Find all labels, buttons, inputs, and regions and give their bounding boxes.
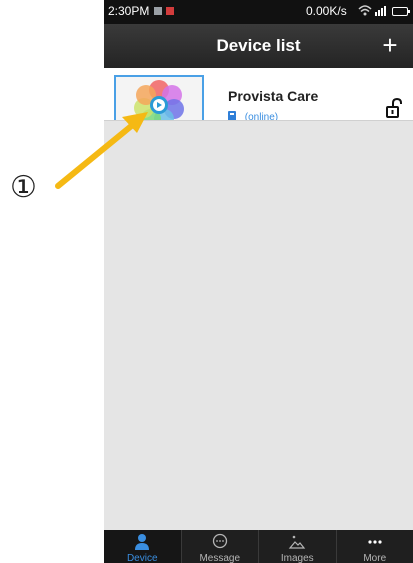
device-list-empty-area bbox=[104, 121, 413, 530]
tab-label: More bbox=[363, 553, 387, 563]
tab-device[interactable]: Device bbox=[104, 530, 182, 563]
notification-icon bbox=[154, 7, 162, 15]
status-bar: 2:30PM 0.00K/s bbox=[104, 0, 413, 24]
person-icon bbox=[135, 534, 150, 550]
notification-icon-red bbox=[166, 7, 174, 15]
page-title: Device list bbox=[216, 36, 301, 55]
network-speed: 0.00K/s bbox=[306, 4, 347, 18]
tab-label: Images bbox=[280, 553, 314, 563]
chat-bubble-icon bbox=[212, 533, 227, 549]
image-icon bbox=[288, 535, 306, 549]
tab-more[interactable]: More bbox=[337, 530, 413, 563]
title-bar: Device list + bbox=[104, 24, 413, 68]
device-name: Provista Care bbox=[228, 88, 319, 104]
phone-screen: 2:30PM 0.00K/s Device list + Provista Ca… bbox=[104, 0, 413, 563]
tab-label: Message bbox=[199, 553, 241, 563]
tab-images[interactable]: Images bbox=[259, 530, 337, 563]
add-device-button[interactable]: + bbox=[375, 30, 405, 60]
battery-icon bbox=[392, 7, 410, 16]
bottom-tab-bar: Device Message Images More bbox=[104, 530, 413, 563]
more-dots-icon bbox=[368, 540, 382, 544]
signal-icon bbox=[375, 6, 386, 16]
tab-label: Device bbox=[126, 553, 158, 563]
unlocked-padlock-icon[interactable] bbox=[384, 98, 404, 120]
wifi-icon bbox=[358, 5, 372, 16]
status-time: 2:30PM bbox=[108, 4, 150, 18]
tab-message[interactable]: Message bbox=[182, 530, 259, 563]
callout-number: ① bbox=[10, 170, 37, 205]
